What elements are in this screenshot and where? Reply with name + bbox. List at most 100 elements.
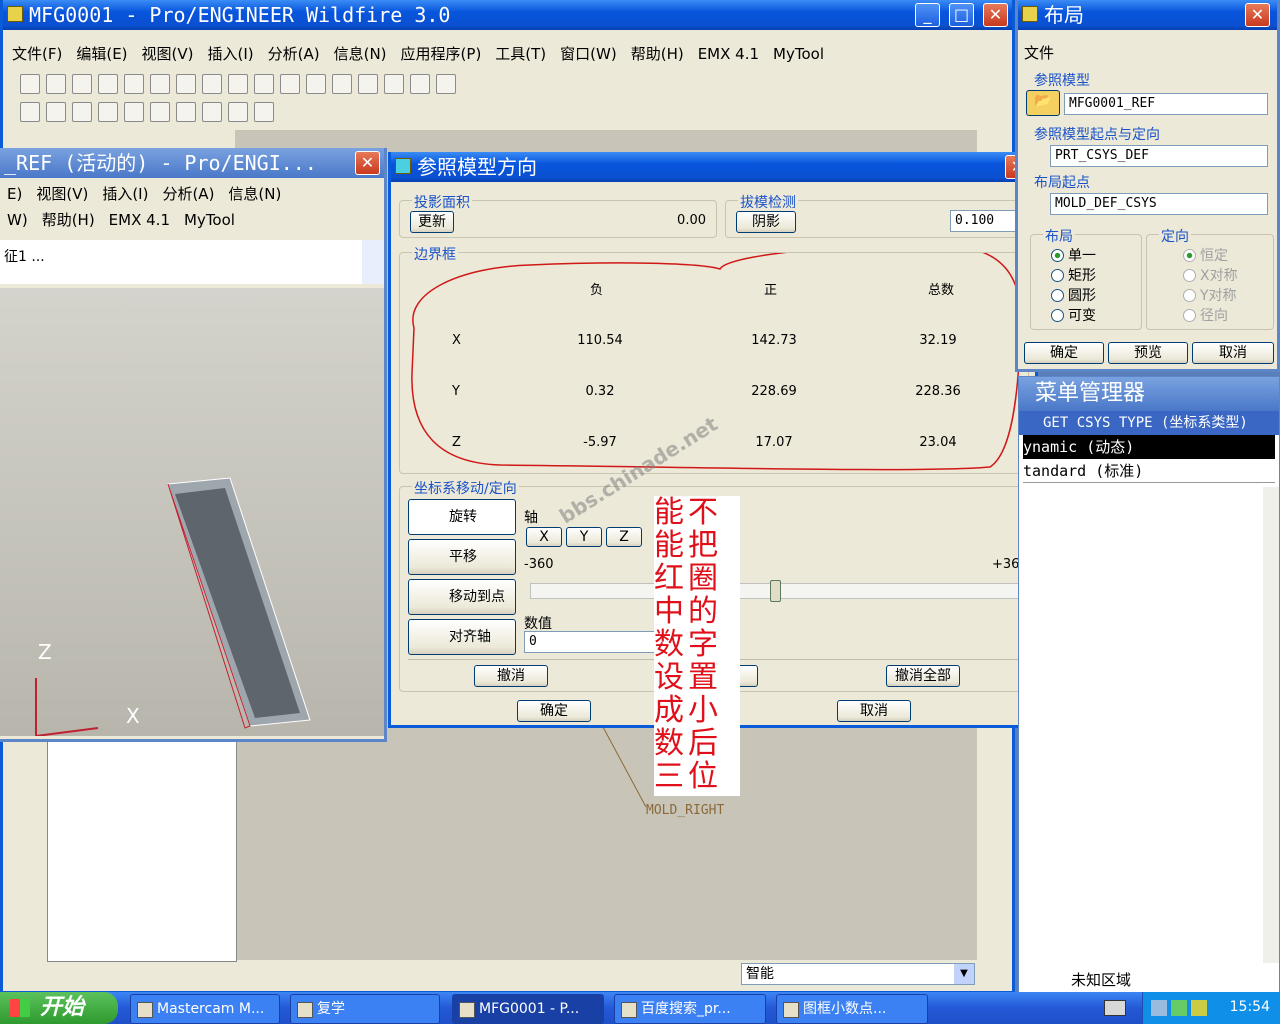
update-button[interactable]: 更新 [410,211,454,233]
radio-variable[interactable]: 可变 [1051,305,1096,325]
origin-field[interactable]: PRT_CSYS_DEF [1050,145,1268,167]
status-select[interactable]: 智能 ▼ [741,963,975,985]
dialog-cancel-button[interactable]: 取消 [837,700,911,722]
sketch-icon[interactable] [280,74,300,94]
menu-emx[interactable]: EMX 4.1 [691,42,766,66]
task-folder[interactable]: 复学 [290,994,440,1024]
radio-x-sym[interactable]: X对称 [1183,265,1238,285]
layout-cancel-button[interactable]: 取消 [1192,342,1274,364]
zoom-out-icon[interactable] [358,74,378,94]
regenerate-icon[interactable] [254,74,274,94]
layout-menu-file[interactable]: 文件 [1024,42,1054,63]
redo-icon[interactable] [150,74,170,94]
ref-menu-mytool[interactable]: MyTool [177,208,242,232]
umbrella-icon[interactable] [1191,1000,1207,1016]
ref-menu-info[interactable]: 信息(N) [221,182,288,206]
translate-button[interactable]: 平移 [408,539,516,575]
security-icon[interactable] [1171,1000,1187,1016]
radio-single[interactable]: 单一 [1051,245,1096,265]
start-field[interactable]: MOLD_DEF_CSYS [1050,193,1268,215]
align-axis-button[interactable]: 对齐轴 [408,619,516,655]
task-baidu[interactable]: 百度搜索_pr... [614,994,766,1024]
view-icon[interactable] [20,102,40,122]
menu-edit[interactable]: 编辑(E) [69,42,134,66]
minimize-button[interactable]: _ [915,3,940,27]
ref-model-field[interactable]: MFG0001_REF [1064,93,1268,115]
menu-item-dynamic[interactable]: ynamic (动态) [1023,435,1275,459]
copy-icon[interactable] [202,74,222,94]
ref-menu-window[interactable]: W) [0,208,35,232]
radio-constant[interactable]: 恒定 [1183,245,1228,265]
save-icon[interactable] [72,74,92,94]
ref-close-button[interactable]: ✕ [355,151,380,175]
shade-button[interactable]: 阴影 [736,211,796,233]
ref-menu-view[interactable]: 视图(V) [29,182,95,206]
menu-analysis[interactable]: 分析(A) [261,42,327,66]
radio-radial[interactable]: 径向 [1183,305,1228,325]
layers-icon[interactable] [436,74,456,94]
task-mastercam[interactable]: Mastercam M... [130,994,280,1024]
datum-point-icon[interactable] [228,102,248,122]
undo-icon[interactable] [124,74,144,94]
menu-tools[interactable]: 工具(T) [488,42,553,66]
print-icon[interactable] [98,74,118,94]
ref-menu-edit[interactable]: E) [0,182,29,206]
refit-icon[interactable] [384,74,404,94]
menu-apps[interactable]: 应用程序(P) [394,42,489,66]
dialog-ok-button[interactable]: 确定 [517,700,591,722]
color-icon[interactable] [150,102,170,122]
keyboard-icon[interactable] [1104,1000,1126,1016]
radio-circle[interactable]: 圆形 [1051,285,1096,305]
hidden-icon[interactable] [72,102,92,122]
move-to-point-button[interactable]: 移动到点 [408,579,516,615]
menu-manager-scrollbar[interactable] [1263,487,1279,963]
menu-item-standard[interactable]: tandard (标准) [1023,459,1275,483]
start-button[interactable]: 开始 [0,992,118,1024]
ref-menu-insert[interactable]: 插入(I) [95,182,155,206]
orient-icon[interactable] [410,74,430,94]
menu-mytool[interactable]: MyTool [766,42,831,66]
wireframe-icon[interactable] [98,102,118,122]
smiley-icon[interactable] [254,102,274,122]
maximize-button[interactable]: □ [949,3,974,27]
ref-menu-analysis[interactable]: 分析(A) [155,182,221,206]
ref-graphics-area[interactable]: Z X REF_ORIGIN [0,288,384,757]
layout-preview-button[interactable]: 预览 [1108,342,1188,364]
datum-plane-icon[interactable] [176,102,196,122]
menu-window[interactable]: 窗口(W) [553,42,624,66]
radio-y-sym[interactable]: Y对称 [1183,285,1237,305]
datum-icon[interactable] [306,74,326,94]
angle-slider[interactable] [530,580,1020,602]
menu-insert[interactable]: 插入(I) [201,42,261,66]
chevron-down-icon[interactable]: ▼ [954,964,974,984]
undo-button[interactable]: 撤消 [474,665,548,687]
paste-icon[interactable] [228,74,248,94]
menu-help[interactable]: 帮助(H) [624,42,691,66]
open-icon[interactable] [46,74,66,94]
task-decimal[interactable]: 图框小数点... [776,994,928,1024]
axis-x-button[interactable]: X [526,527,562,547]
network-icon[interactable] [1151,1000,1167,1016]
open-folder-icon[interactable]: 📂 [1026,90,1060,116]
shade-icon[interactable] [46,102,66,122]
ref-menu-help[interactable]: 帮助(H) [35,208,102,232]
undo-all-button[interactable]: 撤消全部 [886,665,960,687]
layout-close-button[interactable]: ✕ [1245,3,1270,27]
task-mfg0001[interactable]: MFG0001 - P... [452,994,604,1024]
mold-icon[interactable] [124,102,144,122]
menu-file[interactable]: 文件(F) [5,42,69,66]
close-button[interactable]: ✕ [983,3,1008,27]
rotate-button[interactable]: 旋转 [408,499,516,535]
draft-value-field[interactable]: 0.100 [950,210,1024,232]
ref-menu-emx[interactable]: EMX 4.1 [102,208,177,232]
axis-y-button[interactable]: Y [566,527,602,547]
angle-slider-thumb[interactable] [769,580,781,602]
menu-view[interactable]: 视图(V) [135,42,201,66]
zoom-in-icon[interactable] [332,74,352,94]
axis-z-button[interactable]: Z [606,527,642,547]
new-icon[interactable] [20,74,40,94]
radio-rect[interactable]: 矩形 [1051,265,1096,285]
value-field[interactable]: 0 [524,631,660,653]
ref-scrollbar[interactable] [362,240,384,284]
datum-axis-icon[interactable] [202,102,222,122]
